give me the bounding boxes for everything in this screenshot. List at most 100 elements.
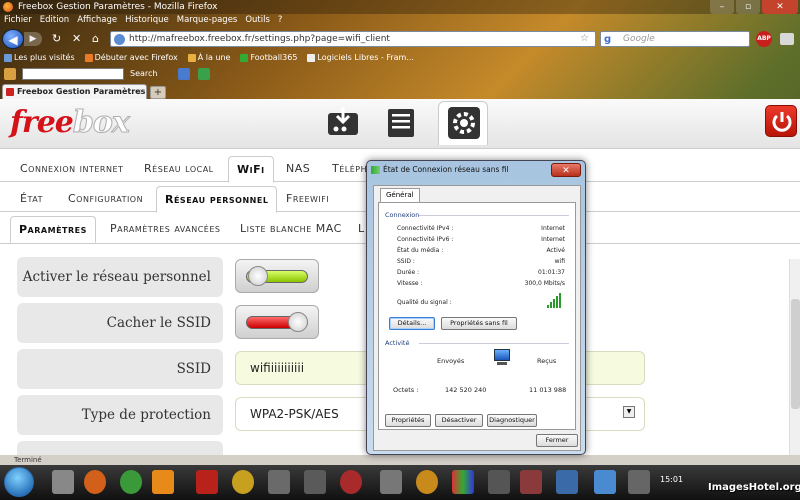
app-icon-9[interactable] [520,470,542,494]
dialog-close-button[interactable]: ✕ [551,163,581,177]
tab-general[interactable]: Général [380,188,420,202]
app-icon-5[interactable] [380,470,402,494]
system-clock[interactable]: 15:01 [660,475,683,484]
connexion-group-title: Connexion [385,211,420,219]
bookmark-item[interactable]: Débuter avec Firefox [84,51,178,65]
page-scrollbar[interactable] [789,259,800,455]
bookmark-item[interactable]: Les plus visités [4,51,75,65]
tab-reseau-local[interactable]: Réseau local [144,162,214,175]
app-icon-10[interactable] [556,470,578,494]
maximize-button[interactable]: ▫ [736,0,760,14]
tab-hidden[interactable]: L [358,222,365,235]
menu-fichier[interactable]: Fichier [4,14,32,27]
app-icon-1[interactable] [232,470,254,494]
group-divider [419,343,569,344]
close-button[interactable]: Fermer [536,434,578,447]
cacher-ssid-toggle[interactable] [235,305,319,339]
app-icon-11[interactable] [594,470,616,494]
menu-outils[interactable]: Outils [245,14,270,27]
toggle-knob[interactable] [248,266,268,286]
bookmark-item[interactable]: Football365 [240,51,297,65]
tab-nas[interactable]: NAS [286,162,310,175]
search-box[interactable]: g Google [600,31,750,47]
app-icon-2[interactable] [268,470,290,494]
row-duration: Durée :01:01:37 [397,269,565,276]
ssid-label: SSID [17,349,223,389]
diagnose-button[interactable]: Diagnostiquer [487,414,537,427]
home-icon[interactable]: ⌂ [92,33,99,45]
bookmark-item[interactable]: À la une [187,51,230,65]
toolbar-addon-icon[interactable] [4,68,16,80]
back-button[interactable]: ◀ [2,29,24,49]
menu-help[interactable]: ? [278,14,283,27]
app-icon-12[interactable] [628,470,650,494]
scrollbar-thumb[interactable] [791,299,800,409]
tab-parametres[interactable]: Paramètres [10,216,96,243]
power-button[interactable] [765,105,797,137]
url-bar[interactable]: http://mafreebox.freebox.fr/settings.php… [110,31,596,47]
tab-wifi[interactable]: WiFi [228,156,274,183]
google-icon: g [604,34,612,45]
toolbar-search-input[interactable] [22,68,124,80]
tab-etat[interactable]: État [20,192,43,205]
toolbar-search-button[interactable]: Search [130,68,157,80]
details-button[interactable]: Détails... [389,317,435,330]
tab-parametres-avancees[interactable]: Paramètres avancées [110,222,221,235]
menu-historique[interactable]: Historique [125,14,169,27]
file-list-icon [388,109,414,137]
firefox-taskbar-icon[interactable] [84,470,106,494]
settings-button[interactable] [438,101,488,145]
adblock-icon[interactable]: ABP [756,31,772,47]
app-icon-7[interactable] [452,470,474,494]
chevron-down-icon[interactable]: ▼ [623,406,635,418]
new-tab-button[interactable]: + [150,86,166,99]
app-icon-6[interactable] [416,470,438,494]
received-label: Reçus [537,357,557,365]
freebox-logo[interactable]: freebox [10,105,130,141]
utorrent-icon[interactable] [120,470,142,494]
stop-icon[interactable]: ✕ [72,33,81,45]
app-icon-8[interactable] [488,470,510,494]
app-icon-3[interactable] [304,470,326,494]
bookmark-item[interactable]: Logiciels Libres - Fram... [307,51,414,65]
app-icon-4[interactable] [340,470,362,494]
menu-edition[interactable]: Edition [40,14,69,27]
close-window-button[interactable]: ✕ [762,0,798,14]
menu-marque-pages[interactable]: Marque-pages [177,14,238,27]
downloads-button[interactable] [322,103,364,141]
football-icon [240,54,249,62]
menu-affichage[interactable]: Affichage [77,14,117,27]
tab-connexion-internet[interactable]: Connexion internet [20,162,123,175]
tab-liste-blanche-mac[interactable]: Liste blanche MAC [240,222,342,235]
explorer-icon[interactable] [52,470,74,494]
toggle-knob[interactable] [288,312,308,332]
close-tab-icon[interactable]: × [135,85,142,99]
vlc-icon[interactable] [152,470,174,494]
site-identity-icon[interactable] [114,34,125,45]
signal-bar [547,305,549,308]
activer-reseau-toggle[interactable] [235,259,319,293]
browser-tab[interactable]: Freebox Gestion Paramètres × [2,84,147,99]
signal-bar [559,293,561,308]
dialog-body: Général Connexion Connectivité IPv4 : Int… [373,185,581,451]
bookmark-star-icon[interactable]: ☆ [580,32,589,46]
files-button[interactable] [380,103,422,141]
gear-icon [448,107,480,139]
disable-button[interactable]: Désactiver [435,414,483,427]
properties-button[interactable]: Propriétés [385,414,431,427]
tab-configuration[interactable]: Configuration [68,192,143,205]
start-button[interactable] [4,467,34,497]
filezilla-icon[interactable] [196,470,218,494]
rss-icon [187,54,196,62]
forward-button[interactable]: ▶ [24,32,42,46]
toolbar-icon-2[interactable] [198,68,210,80]
tab-reseau-personnel[interactable]: Réseau personnel [156,186,278,213]
activer-reseau-label: Activer le réseau personnel [17,257,223,297]
addon-icon[interactable] [780,33,794,45]
bookmarks-bar: Les plus visités Débuter avec Firefox À … [0,51,800,65]
toolbar-icon-1[interactable] [178,68,190,80]
wireless-properties-button[interactable]: Propriétés sans fil [441,317,517,330]
minimize-button[interactable]: – [710,0,734,14]
tab-freewifi[interactable]: Freewifi [286,192,329,205]
reload-icon[interactable]: ↻ [52,33,61,45]
